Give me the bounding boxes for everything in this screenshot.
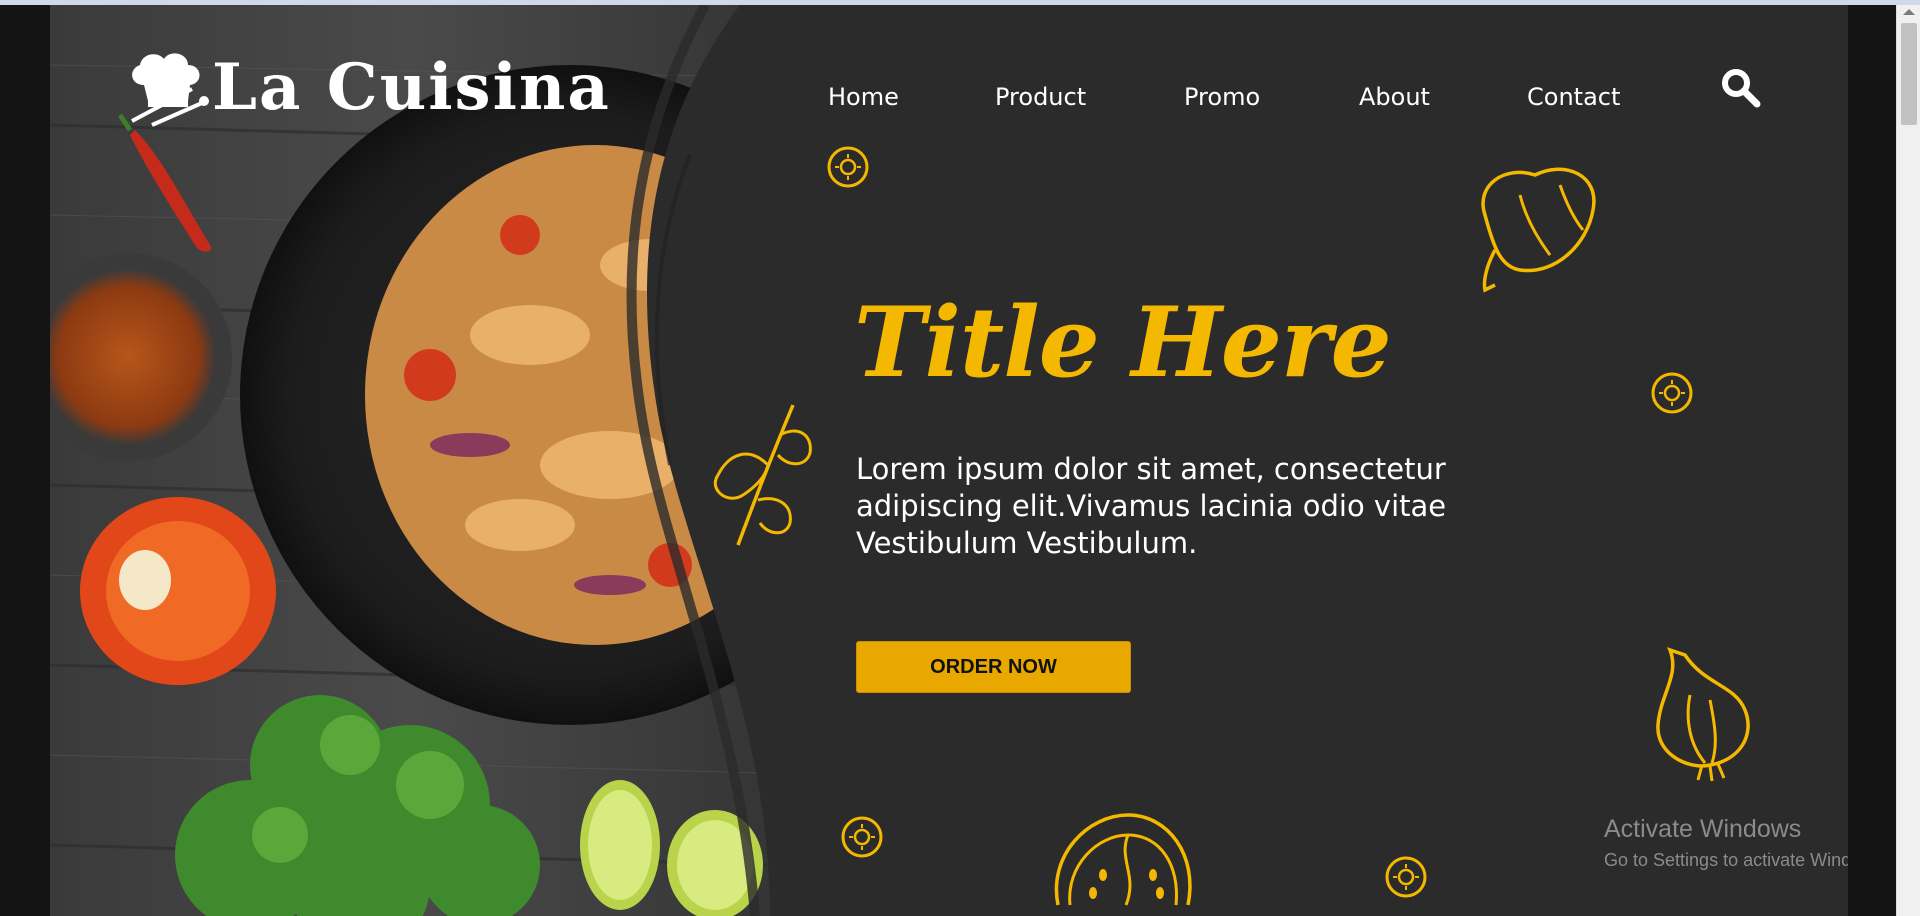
brand-name: La Cuisina: [212, 50, 611, 125]
brand-logo[interactable]: La Cuisina: [122, 49, 611, 127]
pepper-doodle-icon: [1481, 167, 1596, 293]
nav-contact[interactable]: Contact: [1527, 83, 1620, 111]
nav-about[interactable]: About: [1359, 83, 1430, 111]
chef-hat-logo-icon: [131, 53, 209, 127]
sun-doodle-icon: [827, 146, 869, 188]
landing-page: La Cuisina Home Product Promo About Cont…: [50, 5, 1848, 916]
tomato-doodle-icon: [1054, 813, 1192, 906]
garlic-doodle-icon: [1656, 647, 1750, 782]
vertical-scrollbar[interactable]: [1896, 5, 1920, 916]
hero-food-photo: [50, 5, 770, 916]
search-icon[interactable]: [1720, 67, 1762, 109]
sun-doodle-icon: [841, 816, 883, 858]
watermark-subtitle: Go to Settings to activate Windows.: [1604, 850, 1848, 870]
nav-product[interactable]: Product: [995, 83, 1086, 111]
page-gutter-right: [1848, 5, 1896, 916]
watermark-title: Activate Windows: [1604, 815, 1802, 843]
scroll-thumb[interactable]: [1901, 23, 1917, 125]
windows-activation-watermark: Activate Windows Go to Settings to activ…: [1604, 815, 1848, 871]
nav-home[interactable]: Home: [828, 83, 899, 111]
nav-promo[interactable]: Promo: [1184, 83, 1260, 111]
page-gutter-left: [0, 5, 50, 916]
hero-title: Title Here: [854, 286, 1392, 399]
hero-description: Lorem ipsum dolor sit amet, consectetur …: [856, 452, 1447, 560]
scroll-up-arrow-icon[interactable]: [1903, 9, 1915, 15]
sun-doodle-icon: [1385, 856, 1427, 898]
sun-doodle-icon: [1651, 372, 1693, 414]
parsley-doodle-icon: [714, 404, 812, 546]
order-now-button[interactable]: ORDER NOW: [856, 641, 1131, 693]
